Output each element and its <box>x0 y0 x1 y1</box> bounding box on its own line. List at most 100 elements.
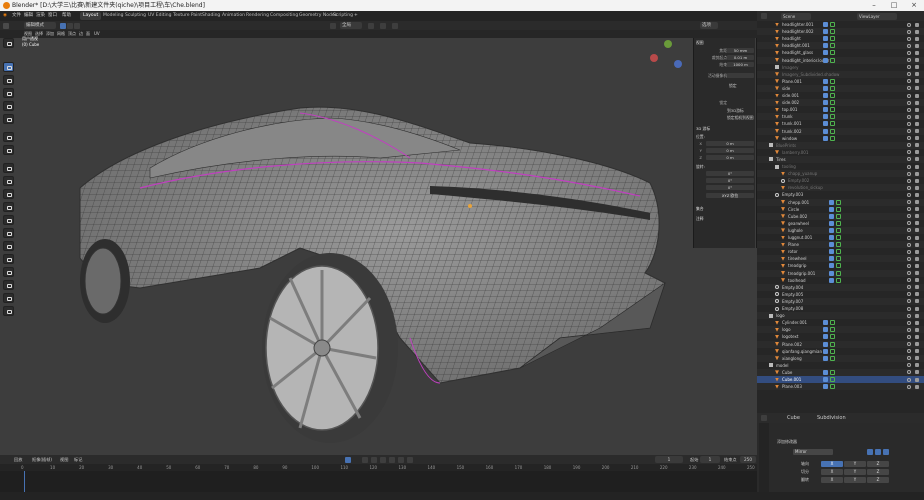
outliner-row[interactable]: top.001 <box>757 106 924 113</box>
material-icon[interactable] <box>830 377 835 382</box>
snap-icon[interactable] <box>380 22 386 29</box>
viewport-toggle-icon[interactable] <box>875 449 881 455</box>
outliner-row[interactable]: BluePrints <box>757 141 924 149</box>
outliner-row[interactable]: Plane.001 <box>757 78 924 85</box>
visibility-eye-icon[interactable] <box>907 356 911 361</box>
transform-tool[interactable] <box>3 114 14 124</box>
outliner-row[interactable]: headlight <box>757 35 924 42</box>
local-camera-field[interactable] <box>727 73 754 78</box>
outliner-row[interactable]: logotext <box>757 333 924 340</box>
transform-orientation-dropdown[interactable]: 全局 <box>340 22 362 29</box>
outliner-row[interactable]: revolution_sickup <box>757 184 924 192</box>
render-camera-icon[interactable] <box>915 313 919 318</box>
modifier-icon[interactable] <box>823 50 828 56</box>
timeline-ruler[interactable]: 0 10 20 30 40 50 60 70 80 90 100 110 120 130 140 150 160… <box>0 464 757 471</box>
render-camera-icon[interactable] <box>915 228 919 233</box>
material-icon[interactable] <box>836 235 841 240</box>
outliner-row[interactable]: Imagery_Subdivided.shadow <box>757 70 924 78</box>
bisect-axis-z[interactable]: Z <box>867 469 889 475</box>
render-camera-icon[interactable] <box>915 342 919 346</box>
outliner-row[interactable]: Cube.001 <box>757 376 924 384</box>
material-icon[interactable] <box>836 206 841 212</box>
outliner-row[interactable]: window <box>757 135 924 142</box>
visibility-eye-icon[interactable] <box>907 43 911 48</box>
material-icon[interactable] <box>830 348 835 354</box>
render-camera-icon[interactable] <box>915 22 919 27</box>
select-box-tool[interactable] <box>3 38 14 48</box>
clip-start-field[interactable]: 0.01 m <box>727 55 754 60</box>
rip-tool[interactable] <box>3 306 14 316</box>
play-icon[interactable] <box>389 456 395 463</box>
modifier-icon[interactable] <box>823 114 828 120</box>
visibility-eye-icon[interactable] <box>907 334 911 339</box>
bisect-axis-x[interactable]: X <box>821 469 843 475</box>
visibility-eye-icon[interactable] <box>907 228 911 233</box>
visibility-eye-icon[interactable] <box>907 150 911 155</box>
annotate-tool[interactable] <box>3 132 14 142</box>
spin-tool[interactable] <box>3 241 14 251</box>
cursor-tool[interactable] <box>3 62 14 72</box>
editmode-toggle-icon[interactable] <box>867 449 873 455</box>
render-camera-icon[interactable] <box>915 285 919 290</box>
flip-axis-y[interactable]: Y <box>844 477 866 483</box>
render-camera-icon[interactable] <box>915 363 919 368</box>
render-camera-icon[interactable] <box>915 43 919 48</box>
menu-file[interactable]: 文件 <box>12 11 21 21</box>
modifier-icon[interactable] <box>829 206 834 212</box>
render-camera-icon[interactable] <box>915 121 919 126</box>
render-camera-icon[interactable] <box>915 292 919 297</box>
render-camera-icon[interactable] <box>915 370 919 375</box>
visibility-eye-icon[interactable] <box>907 36 911 41</box>
pivot-icon[interactable] <box>368 22 374 29</box>
mirror-axis-y[interactable]: Y <box>844 461 866 467</box>
modifier-icon[interactable] <box>829 242 834 248</box>
modifier-icon[interactable] <box>823 107 828 113</box>
visibility-eye-icon[interactable] <box>907 285 911 290</box>
visibility-eye-icon[interactable] <box>907 249 911 254</box>
render-camera-icon[interactable] <box>915 278 919 283</box>
flip-axis-z[interactable]: Z <box>867 477 889 483</box>
outliner-row[interactable]: Plane.003 <box>757 383 924 391</box>
proportional-edit-icon[interactable] <box>392 22 398 29</box>
next-key-icon[interactable] <box>398 456 404 463</box>
edge-slide-tool[interactable] <box>3 267 14 277</box>
focal-length-field[interactable]: 50 mm <box>727 48 754 53</box>
view-layer-selector[interactable]: ViewLayer <box>857 12 897 20</box>
cursor-rx-field[interactable]: 0° <box>706 171 754 176</box>
modifier-icon[interactable] <box>823 78 828 84</box>
modifier-icon[interactable] <box>829 277 834 283</box>
material-icon[interactable] <box>830 107 835 113</box>
outliner-row[interactable]: treadgrip.001 <box>757 269 924 277</box>
outliner-row[interactable]: Empty.008 <box>757 305 924 312</box>
modifier-icon[interactable] <box>829 256 834 262</box>
render-camera-icon[interactable] <box>915 164 919 169</box>
render-camera-icon[interactable] <box>915 93 919 98</box>
outliner-editor-icon[interactable] <box>761 13 767 19</box>
visibility-eye-icon[interactable] <box>907 93 911 98</box>
material-icon[interactable] <box>830 135 835 141</box>
outliner-row[interactable]: Plane.002 <box>757 340 924 348</box>
material-icon[interactable] <box>836 249 841 255</box>
material-icon[interactable] <box>830 36 835 42</box>
visibility-eye-icon[interactable] <box>907 121 911 126</box>
smooth-tool[interactable] <box>3 254 14 264</box>
visibility-eye-icon[interactable] <box>907 185 911 190</box>
minimize-button[interactable]: – <box>864 0 884 11</box>
modifier-icon[interactable] <box>829 199 834 205</box>
visibility-eye-icon[interactable] <box>907 100 911 105</box>
modifier-icon[interactable] <box>823 327 828 333</box>
modifier-icon[interactable] <box>823 355 828 361</box>
jump-end-icon[interactable] <box>407 456 413 463</box>
vertex-select-icon[interactable] <box>60 22 66 29</box>
outliner-row[interactable]: chepp.001 <box>757 198 924 206</box>
outliner-row[interactable]: Cube <box>757 368 924 376</box>
outliner-row[interactable]: tooling <box>757 163 924 170</box>
visibility-eye-icon[interactable] <box>907 143 911 148</box>
render-camera-icon[interactable] <box>915 65 919 70</box>
loop-cut-tool[interactable] <box>3 202 14 212</box>
menu-face[interactable]: 面 <box>84 31 92 37</box>
render-camera-icon[interactable] <box>915 129 919 133</box>
render-camera-icon[interactable] <box>915 192 919 197</box>
outliner-row[interactable]: headlighter.002 <box>757 28 924 36</box>
outliner-row[interactable]: Plane <box>757 241 924 249</box>
